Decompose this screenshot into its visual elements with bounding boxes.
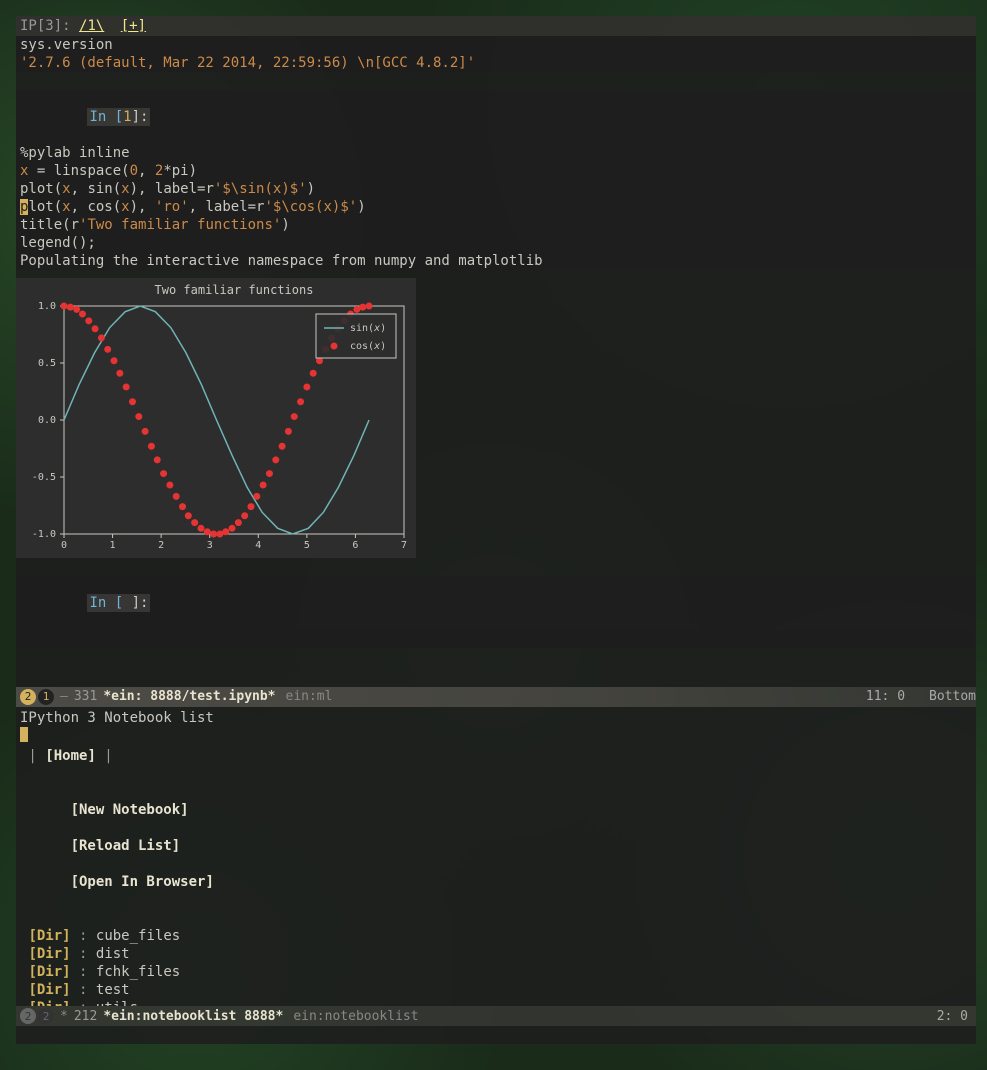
open-in-browser-button[interactable]: [Open In Browser] [71,874,214,890]
svg-text:sin(x): sin(x) [350,323,386,334]
buffer-name: *ein: 8888/test.ipynb* [103,689,275,704]
new-notebook-button[interactable]: [New Notebook] [71,802,189,818]
svg-text:1: 1 [110,540,116,551]
cell-stdout: Populating the interactive namespace fro… [20,252,972,270]
code-line[interactable]: legend(); [20,234,972,252]
dir-link[interactable]: [Dir] [28,946,70,962]
text-cursor [20,727,28,742]
notebooklist-pane[interactable]: IPython 3 Notebook list | [Home] | [New … [16,707,976,1006]
code-line[interactable]: plot(x, sin(x), label=r'$\sin(x)$') [20,180,972,198]
reload-list-button[interactable]: [Reload List] [71,838,181,854]
dir-link[interactable]: [Dir] [28,982,70,998]
minibuffer[interactable] [16,1026,976,1044]
svg-text:2: 2 [158,540,164,551]
svg-text:cos(x): cos(x) [350,341,386,352]
svg-text:1.0: 1.0 [38,301,56,312]
nblist-title: IPython 3 Notebook list [20,709,972,727]
buffer-name: *ein:notebooklist 8888* [103,1009,283,1024]
modeline-top: 2 1 – 331 *ein: 8888/test.ipynb* ein:ml … [16,687,976,707]
cell-0-output: sys.version '2.7.6 (default, Mar 22 2014… [16,36,976,72]
code-line[interactable]: title(r'Two familiar functions') [20,216,972,234]
major-mode: ein:notebooklist [293,1009,418,1024]
scroll-position: Bottom [929,689,976,704]
notebook-pane[interactable]: sys.version '2.7.6 (default, Mar 22 2014… [16,36,976,687]
dir-name[interactable]: fchk_files [96,964,180,980]
cell-1[interactable]: In [1]: %pylab inline x = linspace(0, 2*… [16,90,976,270]
dir-name[interactable]: dist [96,946,130,962]
svg-text:0.5: 0.5 [38,358,56,369]
cursor-position: 2: 0 [937,1009,968,1024]
svg-text:0.0: 0.0 [38,415,56,426]
modeline-bottom: 2 2 * 212 *ein:notebooklist 8888* ein:no… [16,1006,976,1026]
window-number-icon: 2 [20,1008,36,1024]
cell-2[interactable]: In [ ]: [16,576,976,648]
home-link[interactable]: [Home] [45,748,96,764]
worksheet-tabbar: IP[3]: /1\ [+] [16,16,976,36]
cursor-position: 11: 0 [866,689,905,704]
svg-text:-1.0: -1.0 [32,529,56,540]
emacs-frame: IP[3]: /1\ [+] sys.version '2.7.6 (defau… [16,16,976,1044]
svg-text:0: 0 [61,540,67,551]
svg-text:7: 7 [401,540,407,551]
svg-text:4: 4 [255,540,261,551]
code-line[interactable]: plot(x, cos(x), 'ro', label=r'$\cos(x)$'… [20,198,972,216]
cell-in-prompt: In [ ]: [87,594,150,612]
worksheet-prefix: IP[3]: [20,18,71,34]
dir-link[interactable]: [Dir] [28,964,70,980]
worksheet-add-tab[interactable]: [+] [121,18,146,34]
cell-in-prompt: In [1]: [87,108,150,126]
svg-text:Two familiar functions: Two familiar functions [155,283,314,297]
svg-text:5: 5 [304,540,310,551]
worksheet-current-tab[interactable]: /1\ [79,18,104,34]
dir-name[interactable]: cube_files [96,928,180,944]
window-number-icon: 2 [20,689,36,705]
major-mode: ein:ml [286,689,333,704]
svg-text:6: 6 [352,540,358,551]
svg-text:3: 3 [207,540,213,551]
plot-output: 0 1 2 3 4 5 6 7 -1.0 -0.5 0.0 0.5 1.0 Two familiar fu… [16,278,416,558]
output-line: '2.7.6 (default, Mar 22 2014, 22:59:56) … [20,54,972,72]
dir-link[interactable]: [Dir] [28,928,70,944]
buffer-number-icon: 2 [38,1008,54,1024]
dir-name[interactable]: test [96,982,130,998]
output-line: sys.version [20,36,972,54]
code-line[interactable]: x = linspace(0, 2*pi) [20,162,972,180]
svg-text:-0.5: -0.5 [32,472,56,483]
buffer-number-icon: 1 [38,689,54,705]
code-line[interactable]: %pylab inline [20,144,972,162]
